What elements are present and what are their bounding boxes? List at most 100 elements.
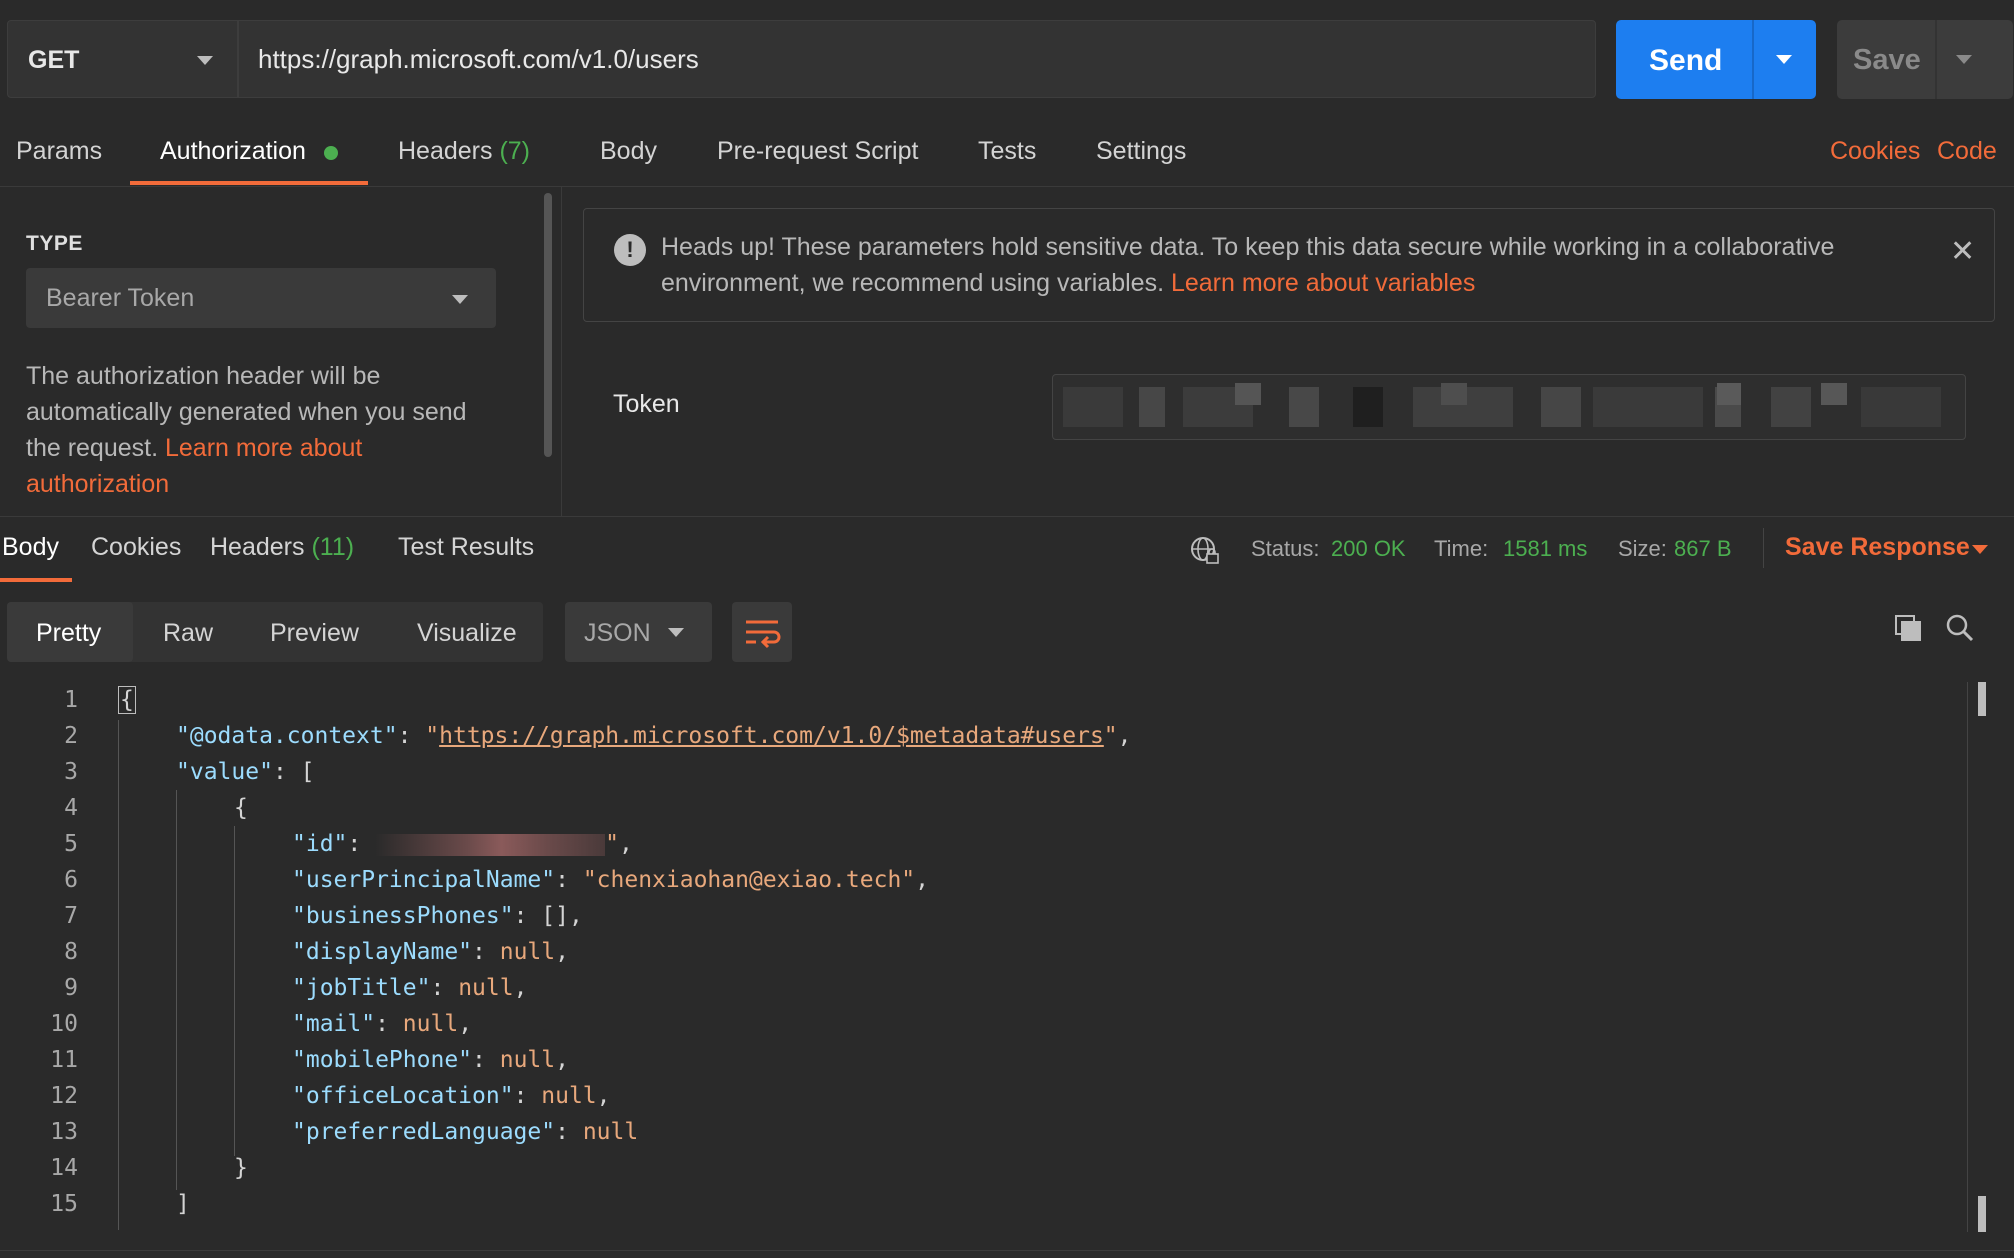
status-label: Status: [1251, 536, 1320, 561]
status-value: 200 OK [1331, 536, 1406, 561]
json-key-preferredlanguage: "preferredLanguage" [292, 1119, 556, 1145]
line-number: 4 [64, 795, 78, 821]
line-number: 7 [64, 903, 78, 929]
line-number: 14 [50, 1155, 78, 1181]
code-line-12: "officeLocation": null, [292, 1083, 611, 1109]
auth-type-label: TYPE [26, 232, 83, 255]
line-number: 15 [50, 1191, 78, 1217]
request-response-divider [0, 516, 2014, 517]
tab-body[interactable]: Body [600, 137, 657, 166]
size-value: 867 B [1674, 536, 1732, 561]
code-line-1: { [118, 686, 136, 714]
response-tab-headers-label: Headers [210, 533, 305, 561]
response-tab-cookies[interactable]: Cookies [91, 533, 181, 562]
code-line-14: } [234, 1155, 248, 1181]
auth-description: The authorization header will be automat… [26, 358, 496, 502]
save-response-chevron-icon[interactable] [1972, 545, 1988, 554]
json-key-phones: "businessPhones" [292, 903, 514, 929]
auth-panel-scrollbar[interactable] [544, 193, 552, 457]
json-quote: " [1103, 723, 1118, 749]
json-key-mail: "mail" [292, 1011, 376, 1037]
save-response-button[interactable]: Save Response [1785, 533, 1970, 562]
json-key-mobilephone: "mobilePhone" [292, 1047, 473, 1073]
redaction-block [1289, 387, 1319, 427]
json-key-officelocation: "officeLocation" [292, 1083, 514, 1109]
view-raw[interactable]: Raw [163, 619, 213, 648]
code-line-5: "id": ", [292, 831, 633, 857]
editor-scroll-track [1967, 682, 1968, 1232]
wrap-lines-icon [746, 620, 781, 649]
redaction-block [1821, 383, 1847, 405]
response-tab-body[interactable]: Body [2, 533, 59, 562]
response-tab-headers[interactable]: Headers (11) [210, 533, 354, 562]
tab-active-indicator [130, 181, 368, 185]
meta-divider [1763, 528, 1764, 568]
indent-guide [234, 826, 235, 1156]
indent-guide [176, 790, 177, 1190]
redaction-block [1717, 383, 1741, 405]
response-tab-test-results[interactable]: Test Results [398, 533, 534, 562]
copy-icon[interactable] [1892, 612, 1924, 644]
cookies-link[interactable]: Cookies [1830, 137, 1920, 166]
json-null: null [582, 1119, 639, 1145]
redaction-block [1139, 387, 1165, 427]
redaction-block [1353, 387, 1383, 427]
context-url-link[interactable]: https://graph.microsoft.com/v1.0/$metada… [439, 723, 1104, 749]
send-label: Send [1649, 44, 1723, 77]
json-key-id: "id" [292, 831, 348, 857]
redaction-block [1593, 387, 1703, 427]
tab-authorization[interactable]: Authorization [160, 137, 306, 166]
line-number: 11 [50, 1047, 78, 1073]
send-divider [1752, 20, 1754, 99]
save-options-chevron-icon[interactable] [1956, 55, 1972, 64]
json-key-displayname: "displayName" [292, 939, 473, 965]
time-value: 1581 ms [1503, 536, 1588, 561]
token-label: Token [613, 390, 680, 418]
tab-headers-count: (7) [499, 137, 531, 165]
line-number: 8 [64, 939, 78, 965]
exclamation-icon: ! [614, 234, 646, 266]
tabs-divider [0, 186, 2014, 187]
code-line-3: "value": [ [176, 759, 315, 785]
code-line-9: "jobTitle": null, [292, 975, 528, 1001]
bottom-divider [0, 1250, 2014, 1251]
redaction-block [1861, 387, 1941, 427]
tab-pre-request-script[interactable]: Pre-request Script [717, 137, 918, 166]
code-line-2: "@odata.context": "https://graph.microso… [176, 723, 1132, 749]
tab-tests[interactable]: Tests [978, 137, 1036, 166]
tab-settings[interactable]: Settings [1096, 137, 1186, 166]
editor-scrollbar-bottom[interactable] [1978, 1196, 1986, 1232]
json-key-context: "@odata.context" [176, 723, 398, 749]
view-pretty[interactable]: Pretty [36, 619, 101, 648]
chevron-down-icon[interactable] [452, 295, 468, 304]
wrap-lines-button[interactable] [732, 602, 792, 662]
code-line-13: "preferredLanguage": null [292, 1119, 639, 1145]
learn-more-variables-link[interactable]: Learn more about variables [1171, 269, 1475, 297]
code-line-11: "mobilePhone": null, [292, 1047, 569, 1073]
chevron-down-icon[interactable] [668, 628, 684, 637]
warning-text: Heads up! These parameters hold sensitiv… [661, 229, 1931, 301]
json-key-value: "value" [176, 759, 273, 785]
token-input[interactable] [1052, 374, 1966, 440]
method-label: GET [28, 46, 80, 74]
send-options-chevron-icon[interactable] [1776, 55, 1792, 64]
redacted-id [375, 833, 606, 856]
tab-params[interactable]: Params [16, 137, 102, 166]
globe-lock-icon[interactable] [1190, 536, 1220, 566]
view-visualize[interactable]: Visualize [417, 619, 517, 648]
auth-panel-divider [561, 186, 562, 516]
search-icon[interactable] [1944, 612, 1976, 644]
view-preview[interactable]: Preview [270, 619, 359, 648]
line-number: 3 [64, 759, 78, 785]
json-key-jobtitle: "jobTitle" [292, 975, 431, 1001]
chevron-down-icon[interactable] [197, 56, 213, 65]
editor-scrollbar-top[interactable] [1978, 682, 1986, 716]
tab-headers[interactable]: Headers (7) [398, 137, 530, 166]
auth-status-dot [324, 146, 338, 160]
code-link[interactable]: Code [1937, 137, 1997, 166]
save-divider [1935, 20, 1937, 99]
json-null: null [402, 1011, 459, 1037]
close-icon[interactable]: ✕ [1950, 234, 1975, 269]
json-value-upn: "chenxiaohan@exiao.tech" [582, 867, 916, 893]
tab-headers-label: Headers [398, 137, 493, 165]
